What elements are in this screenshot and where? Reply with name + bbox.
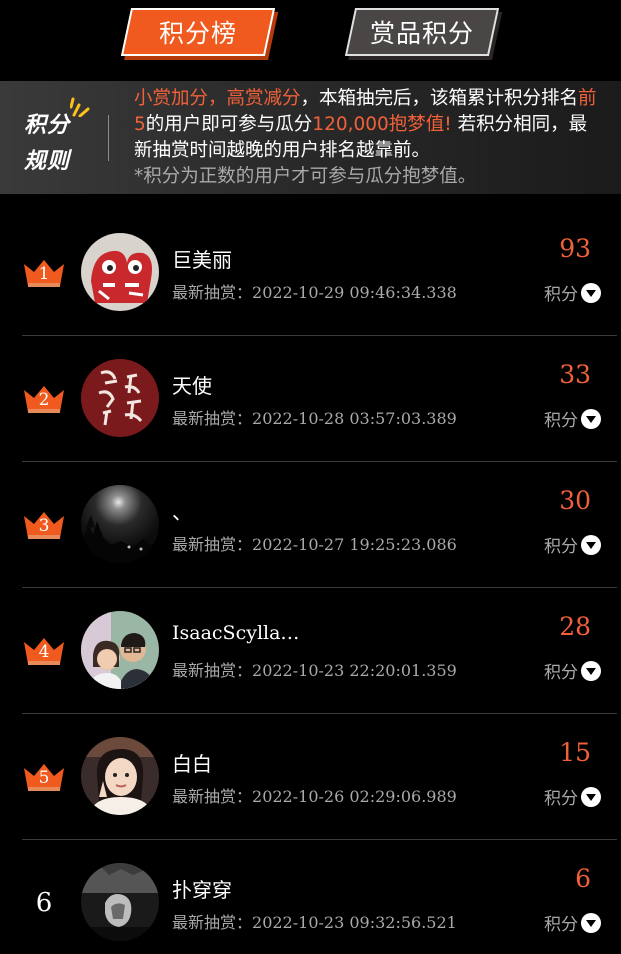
rules-note: *积分为正数的用户才可参与瓜分抱梦值。 xyxy=(134,166,477,187)
score-value: 6 xyxy=(575,864,591,893)
avatar xyxy=(81,737,159,815)
rules-badge-line2: 规则 xyxy=(24,149,71,174)
leaderboard-row[interactable]: 3 、 最新抽赏：2022-10-27 19:25:23.086 30 积分 xyxy=(0,462,621,588)
latest-draw-time: 最新抽赏：2022-10-23 09:32:56.521 xyxy=(172,909,457,933)
crown-rank-badge: 5 xyxy=(22,760,66,794)
chevron-down-icon xyxy=(581,786,601,807)
sparkle-icon xyxy=(70,97,90,117)
username: IsaacScylla… xyxy=(172,622,300,644)
rules-highlight: 小赏加分，高赏减分 xyxy=(134,88,301,109)
leaderboard-row[interactable]: 2 天使 最新抽赏：2022-10-28 03:57:03.389 33 积分 xyxy=(0,336,621,462)
score-detail-toggle[interactable]: 积分 xyxy=(544,406,601,431)
draw-time-value: 2022-10-23 22:20:01.359 xyxy=(252,661,457,680)
rank-number: 1 xyxy=(38,264,50,284)
crown-rank-badge: 1 xyxy=(22,256,66,290)
tab-leaderboard[interactable]: 积分榜 xyxy=(120,8,276,56)
rules-highlight: 120,000抱梦值! xyxy=(312,114,452,135)
draw-time-value: 2022-10-23 09:32:56.521 xyxy=(252,913,457,932)
latest-draw-time: 最新抽赏：2022-10-26 02:29:06.989 xyxy=(172,783,457,807)
tab-label: 积分榜 xyxy=(158,19,237,48)
rank-number: 2 xyxy=(38,390,50,410)
score-label: 积分 xyxy=(544,663,578,683)
girl-photo-avatar-icon xyxy=(81,737,159,815)
leaderboard-row[interactable]: 6 扑穿穿 最新抽赏：2022-10-23 09:32:56.521 6 积分 xyxy=(0,840,621,954)
score-value: 15 xyxy=(559,738,591,767)
score-value: 33 xyxy=(559,360,591,389)
score-value: 93 xyxy=(559,234,591,263)
username: 白白 xyxy=(172,752,212,776)
score-label: 积分 xyxy=(544,537,578,557)
score-label: 积分 xyxy=(544,285,578,305)
tab-prize-points[interactable]: 赏品积分 xyxy=(344,8,500,56)
rules-banner: 积分 规则 小赏加分，高赏减分，本箱抽完后，该箱累计积分排名前5的用户即可参与瓜… xyxy=(0,81,621,194)
rules-badge: 积分 规则 xyxy=(18,97,90,174)
tab-bar: 积分榜 赏品积分 xyxy=(0,0,621,80)
username: 、 xyxy=(172,500,192,524)
score-detail-toggle[interactable]: 积分 xyxy=(544,658,601,683)
draw-time-value: 2022-10-27 19:25:23.086 xyxy=(252,535,457,554)
chevron-down-icon xyxy=(581,282,601,303)
draw-time-value: 2022-10-29 09:46:34.338 xyxy=(252,283,457,302)
chevron-down-icon xyxy=(581,408,601,429)
points-leaderboard-page: 积分榜 赏品积分 积分 规则 小赏加分，高赏减分，本箱抽完后，该箱累计积分排名前… xyxy=(0,0,621,954)
draw-time-value: 2022-10-28 03:57:03.389 xyxy=(252,409,457,428)
draw-time-label: 最新抽赏： xyxy=(172,787,253,806)
chevron-down-icon xyxy=(581,912,601,933)
draw-time-label: 最新抽赏： xyxy=(172,283,253,302)
crown-rank-badge: 2 xyxy=(22,382,66,416)
moon-night-avatar-icon xyxy=(81,485,159,563)
score-value: 28 xyxy=(559,612,591,641)
draw-time-label: 最新抽赏： xyxy=(172,535,253,554)
draw-time-value: 2022-10-26 02:29:06.989 xyxy=(252,787,457,806)
rank-number: 5 xyxy=(38,768,50,788)
score-detail-toggle[interactable]: 积分 xyxy=(544,910,601,935)
avatar xyxy=(81,233,159,311)
latest-draw-time: 最新抽赏：2022-10-27 19:25:23.086 xyxy=(172,531,457,555)
rules-text-segment: 的用户即可参与瓜分 xyxy=(145,114,313,135)
draw-time-label: 最新抽赏： xyxy=(172,913,253,932)
score-label: 积分 xyxy=(544,789,578,809)
rules-text-segment: ，本箱抽完后，该箱累计积分排名 xyxy=(300,88,579,109)
score-detail-toggle[interactable]: 积分 xyxy=(544,280,601,305)
rules-divider xyxy=(108,115,109,161)
bw-photo-avatar-icon xyxy=(81,863,159,941)
rank-number: 6 xyxy=(35,888,53,918)
score-label: 积分 xyxy=(544,411,578,431)
avatar xyxy=(81,485,159,563)
rank-number: 3 xyxy=(38,516,50,536)
red-doodle-avatar-icon xyxy=(81,233,159,311)
leaderboard-row[interactable]: 1 巨美丽 最新抽赏：2022-10-29 09:46:34.338 93 积分 xyxy=(0,210,621,336)
leaderboard-row[interactable]: 5 白白 最新抽赏：2022-10-26 02:29:06.989 15 积分 xyxy=(0,714,621,840)
score-value: 30 xyxy=(559,486,591,515)
latest-draw-time: 最新抽赏：2022-10-28 03:57:03.389 xyxy=(172,405,457,429)
crown-rank-badge: 4 xyxy=(22,634,66,668)
leaderboard-row[interactable]: 4 IsaacScylla… 最新抽赏：2022-10-23 22:20:01.… xyxy=(0,588,621,714)
tab-label: 赏品积分 xyxy=(369,19,474,48)
rank-number: 4 xyxy=(38,642,50,662)
score-detail-toggle[interactable]: 积分 xyxy=(544,532,601,557)
avatar xyxy=(81,611,159,689)
avatar xyxy=(81,359,159,437)
calligraphy-avatar-icon xyxy=(81,359,159,437)
crown-rank-badge: 3 xyxy=(22,508,66,542)
chevron-down-icon xyxy=(581,660,601,681)
avatar xyxy=(81,863,159,941)
latest-draw-time: 最新抽赏：2022-10-23 22:20:01.359 xyxy=(172,657,457,681)
chevron-down-icon xyxy=(581,534,601,555)
latest-draw-time: 最新抽赏：2022-10-29 09:46:34.338 xyxy=(172,279,457,303)
draw-time-label: 最新抽赏： xyxy=(172,409,253,428)
username: 天使 xyxy=(172,374,212,398)
username: 扑穿穿 xyxy=(172,878,232,902)
score-label: 积分 xyxy=(544,915,578,935)
draw-time-label: 最新抽赏： xyxy=(172,661,253,680)
couple-photo-avatar-icon xyxy=(81,611,159,689)
rules-badge-line1: 积分 xyxy=(24,113,71,138)
username: 巨美丽 xyxy=(172,248,232,272)
score-detail-toggle[interactable]: 积分 xyxy=(544,784,601,809)
rules-text: 小赏加分，高赏减分，本箱抽完后，该箱累计积分排名前5的用户即可参与瓜分120,0… xyxy=(134,86,604,190)
